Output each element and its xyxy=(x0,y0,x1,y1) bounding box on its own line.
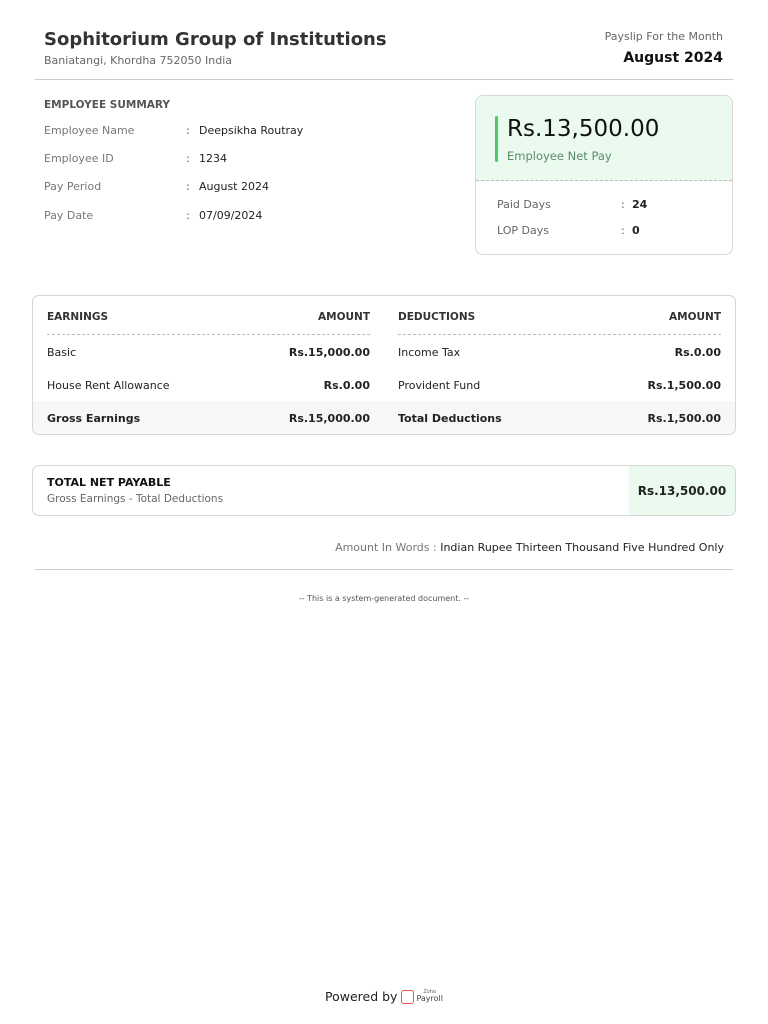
net-pay-label: Employee Net Pay xyxy=(507,149,612,163)
divider xyxy=(35,569,733,570)
total-net-payable: TOTAL NET PAYABLE Gross Earnings - Total… xyxy=(32,465,736,516)
powered-by-text: Powered by xyxy=(324,989,398,1004)
payslip-label: Payslip For the Month xyxy=(604,30,723,43)
earning-value: Rs.0.00 xyxy=(323,379,370,392)
logo-product: Payroll xyxy=(416,994,443,1003)
net-payable-amount: Rs.13,500.00 xyxy=(629,466,735,515)
deductions-amount-header: AMOUNT xyxy=(669,311,721,323)
deduction-value: Rs.1,500.00 xyxy=(647,379,721,392)
paid-days-row: Paid Days:24 xyxy=(497,198,648,211)
summary-value: 07/09/2024 xyxy=(199,209,263,222)
words-label: Amount In Words : xyxy=(335,541,437,554)
deduction-label: Income Tax xyxy=(398,346,461,359)
earning-value: Rs.15,000.00 xyxy=(288,346,370,359)
summary-label: Pay Date xyxy=(44,209,94,222)
lop-days-value: 0 xyxy=(632,224,640,237)
earning-label: House Rent Allowance xyxy=(47,379,170,392)
net-payable-title: TOTAL NET PAYABLE xyxy=(47,476,171,489)
gross-earnings-label: Gross Earnings xyxy=(47,412,141,425)
summary-value: August 2024 xyxy=(199,180,269,193)
amount-in-words: Amount In Words : Indian Rupee Thirteen … xyxy=(335,541,724,554)
summary-label: Pay Period xyxy=(44,180,102,193)
earnings-deductions-table: EARNINGS AMOUNT Basic Rs.15,000.00 House… xyxy=(32,295,736,435)
summary-label: Employee Name xyxy=(44,124,135,137)
summary-value: Deepsikha Routray xyxy=(199,124,304,137)
system-note: -- This is a system-generated document. … xyxy=(298,594,470,603)
lop-days-row: LOP Days:0 xyxy=(497,224,640,237)
zoho-payroll-logo-icon: Zoho Payroll xyxy=(401,989,443,1004)
earning-label: Basic xyxy=(47,346,77,359)
net-pay-amount: Rs.13,500.00 xyxy=(507,116,660,142)
deduction-label: Provident Fund xyxy=(398,379,481,392)
divider xyxy=(35,79,733,80)
earnings-header: EARNINGS xyxy=(47,311,109,323)
words-value: Indian Rupee Thirteen Thousand Five Hund… xyxy=(440,541,724,554)
organization-address: Baniatangi, Khordha 752050 India xyxy=(44,54,233,67)
net-payable-subtitle: Gross Earnings - Total Deductions xyxy=(47,493,224,505)
organization-name: Sophitorium Group of Institutions xyxy=(44,29,387,50)
payslip-month: August 2024 xyxy=(623,50,723,66)
paid-days-label: Paid Days xyxy=(497,198,551,211)
accent-bar xyxy=(495,116,498,162)
lop-days-label: LOP Days xyxy=(497,224,549,237)
deduction-value: Rs.0.00 xyxy=(674,346,721,359)
earnings-amount-header: AMOUNT xyxy=(318,311,370,323)
total-deductions-value: Rs.1,500.00 xyxy=(647,412,721,425)
deductions-header: DEDUCTIONS xyxy=(398,311,476,323)
net-pay-card: Rs.13,500.00 Employee Net Pay Paid Days:… xyxy=(475,95,733,255)
powered-by: Powered by Zoho Payroll xyxy=(0,989,768,1004)
summary-value: 1234 xyxy=(199,152,227,165)
summary-label: Employee ID xyxy=(44,152,114,165)
gross-earnings-value: Rs.15,000.00 xyxy=(288,412,370,425)
paid-days-value: 24 xyxy=(632,198,648,211)
employee-summary-title: EMPLOYEE SUMMARY xyxy=(44,99,171,111)
total-deductions-label: Total Deductions xyxy=(398,412,502,425)
